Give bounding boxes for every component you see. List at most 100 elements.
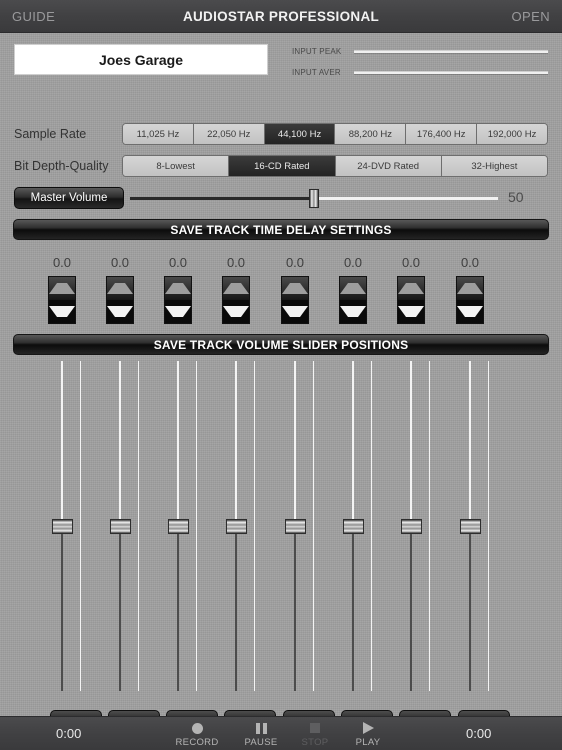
slider-track-upper-7 <box>410 361 412 526</box>
sample-rate-option-0[interactable]: 11,025 Hz <box>123 124 194 144</box>
stepper-down-4[interactable] <box>223 300 249 323</box>
stepper-up-5[interactable] <box>282 277 308 300</box>
slider-thumb-6[interactable] <box>343 519 364 534</box>
bit-depth-segmented-control[interactable]: 8-Lowest 16-CD Rated 24-DVD Rated 32-Highes… <box>122 155 548 177</box>
elapsed-time: 0:00 <box>56 726 82 741</box>
track-separator-3 <box>196 361 197 691</box>
track-delay-stepper-8[interactable] <box>456 276 484 324</box>
stepper-down-3[interactable] <box>165 300 191 323</box>
track-delay-value-2: 0.0 <box>110 255 130 270</box>
track-separator-5 <box>313 361 314 691</box>
master-volume-value: 50 <box>508 189 524 205</box>
sample-rate-segmented-control[interactable]: 11,025 Hz 22,050 Hz 44,100 Hz 88,200 Hz 176,… <box>122 123 548 145</box>
track-volume-slider-2[interactable] <box>108 361 132 691</box>
transport-bar: 0:00 0:00 RECORD PAUSE STOP PLAY <box>0 716 562 750</box>
track-separator-8 <box>488 361 489 691</box>
slider-track-lower-4 <box>235 527 237 691</box>
input-peak-label: INPUT PEAK <box>292 47 342 56</box>
input-peak-meter: INPUT PEAK <box>292 47 548 56</box>
input-peak-bar <box>354 50 548 53</box>
track-delay-value-3: 0.0 <box>168 255 188 270</box>
slider-thumb-7[interactable] <box>401 519 422 534</box>
track-volume-slider-4[interactable] <box>224 361 248 691</box>
main-panel: Joes Garage INPUT PEAK INPUT AVER Sample… <box>0 33 562 733</box>
track-delay-value-1: 0.0 <box>52 255 72 270</box>
play-button[interactable]: PLAY <box>335 721 401 748</box>
stepper-up-2[interactable] <box>107 277 133 300</box>
save-track-time-delay-button[interactable]: SAVE TRACK TIME DELAY SETTINGS <box>13 219 549 240</box>
slider-thumb-5[interactable] <box>285 519 306 534</box>
stepper-up-3[interactable] <box>165 277 191 300</box>
input-average-bar <box>354 71 548 74</box>
open-button[interactable]: OPEN <box>452 9 562 24</box>
track-volume-slider-8[interactable] <box>458 361 482 691</box>
play-triangle-icon <box>335 721 401 735</box>
track-separator-1 <box>80 361 81 691</box>
record-circle-icon <box>164 721 230 735</box>
slider-thumb-3[interactable] <box>168 519 189 534</box>
master-volume-track-right <box>314 197 498 200</box>
bit-depth-option-3[interactable]: 32-Highest <box>441 156 547 176</box>
sample-rate-option-4[interactable]: 176,400 Hz <box>406 124 478 144</box>
slider-track-upper-4 <box>235 361 237 526</box>
slider-thumb-4[interactable] <box>226 519 247 534</box>
record-button[interactable]: RECORD <box>164 721 230 748</box>
guide-button[interactable]: GUIDE <box>0 9 110 24</box>
record-button-label: RECORD <box>175 737 219 748</box>
save-track-volume-button[interactable]: SAVE TRACK VOLUME SLIDER POSITIONS <box>13 334 549 355</box>
track-delay-value-5: 0.0 <box>285 255 305 270</box>
sample-rate-option-5[interactable]: 192,000 Hz <box>477 124 547 144</box>
sample-rate-option-3[interactable]: 88,200 Hz <box>335 124 407 144</box>
bit-depth-option-0[interactable]: 8-Lowest <box>123 156 230 176</box>
sample-rate-option-1[interactable]: 22,050 Hz <box>193 124 265 144</box>
track-volume-slider-3[interactable] <box>166 361 190 691</box>
stepper-down-7[interactable] <box>398 300 424 323</box>
master-volume-track-left <box>130 197 314 200</box>
stepper-up-4[interactable] <box>223 277 249 300</box>
slider-track-upper-5 <box>294 361 296 526</box>
bit-depth-option-1[interactable]: 16-CD Rated <box>229 156 336 176</box>
stepper-down-5[interactable] <box>282 300 308 323</box>
track-delay-value-7: 0.0 <box>401 255 421 270</box>
stepper-down-8[interactable] <box>457 300 483 323</box>
master-volume-thumb[interactable] <box>309 189 319 208</box>
track-delay-value-8: 0.0 <box>460 255 480 270</box>
track-delay-stepper-1[interactable] <box>48 276 76 324</box>
track-delay-stepper-7[interactable] <box>397 276 425 324</box>
stepper-down-6[interactable] <box>340 300 366 323</box>
stepper-up-8[interactable] <box>457 277 483 300</box>
slider-track-lower-5 <box>294 527 296 691</box>
slider-track-lower-2 <box>119 527 121 691</box>
slider-track-lower-6 <box>352 527 354 691</box>
slider-thumb-1[interactable] <box>52 519 73 534</box>
slider-thumb-8[interactable] <box>460 519 481 534</box>
stepper-down-1[interactable] <box>49 300 75 323</box>
sample-rate-option-2[interactable]: 44,100 Hz <box>264 124 336 144</box>
track-volume-slider-1[interactable] <box>50 361 74 691</box>
master-volume-slider[interactable] <box>130 189 498 208</box>
play-button-label: PLAY <box>355 737 381 748</box>
stepper-up-1[interactable] <box>49 277 75 300</box>
track-volume-slider-6[interactable] <box>341 361 365 691</box>
input-average-label: INPUT AVER <box>292 68 341 77</box>
stepper-up-7[interactable] <box>398 277 424 300</box>
stepper-up-6[interactable] <box>340 277 366 300</box>
bit-depth-option-2[interactable]: 24-DVD Rated <box>335 156 442 176</box>
track-delay-stepper-3[interactable] <box>164 276 192 324</box>
track-volume-slider-7[interactable] <box>399 361 423 691</box>
track-delay-stepper-6[interactable] <box>339 276 367 324</box>
master-volume-button[interactable]: Master Volume <box>14 187 124 209</box>
slider-track-lower-3 <box>177 527 179 691</box>
top-bar: GUIDE AUDIOSTAR PROFESSIONAL OPEN <box>0 0 562 33</box>
slider-track-upper-3 <box>177 361 179 526</box>
stepper-down-2[interactable] <box>107 300 133 323</box>
track-delay-stepper-2[interactable] <box>106 276 134 324</box>
project-name-input[interactable]: Joes Garage <box>14 44 268 75</box>
track-delay-value-4: 0.0 <box>226 255 246 270</box>
track-delay-stepper-4[interactable] <box>222 276 250 324</box>
bit-depth-label: Bit Depth-Quality <box>14 159 109 173</box>
slider-thumb-2[interactable] <box>110 519 131 534</box>
track-volume-slider-5[interactable] <box>283 361 307 691</box>
track-delay-stepper-5[interactable] <box>281 276 309 324</box>
total-time: 0:00 <box>466 726 492 741</box>
